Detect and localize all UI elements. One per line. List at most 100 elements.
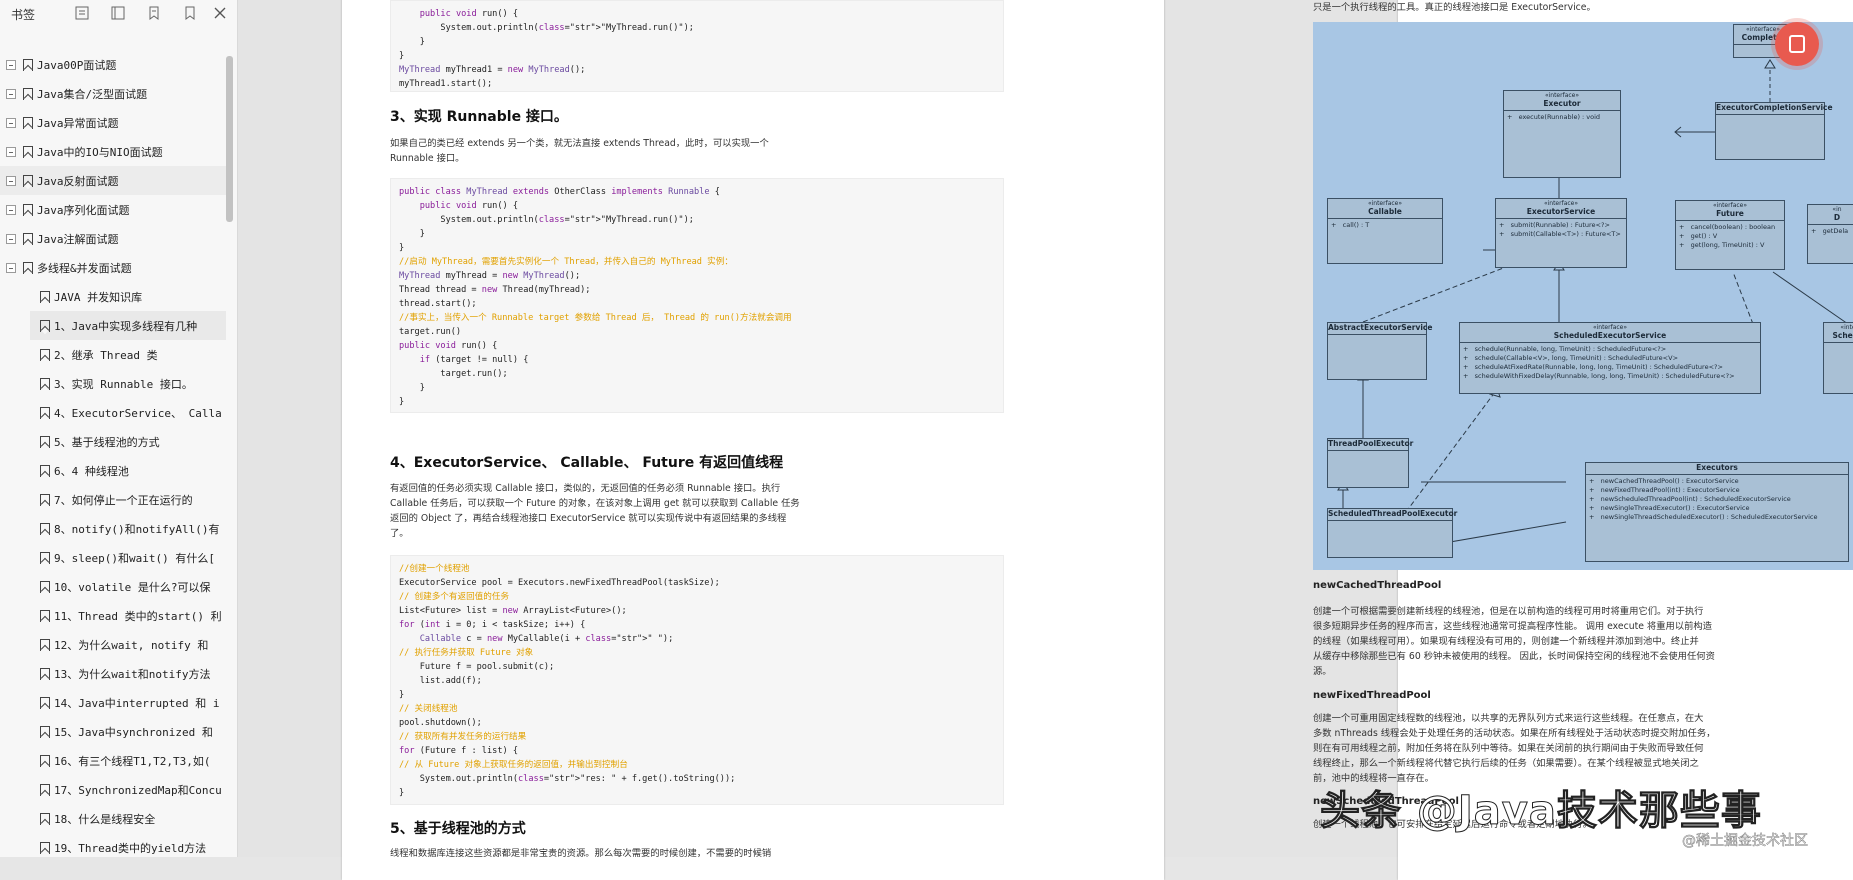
uml-members: + call() : T xyxy=(1331,221,1370,229)
uml-class-box: Executors + newCachedThreadPool() : Execu… xyxy=(1585,462,1849,562)
bookmark-label: Java集合/泛型面试题 xyxy=(37,87,148,101)
bookmark-item[interactable]: Java异常面试题 xyxy=(0,108,226,137)
heading-runnable: 3、实现 Runnable 接口。 xyxy=(390,109,568,125)
paragraph-threadpool: 线程和数据库连接这些资源都是非常宝贵的资源。那么每次需要的时候创建，不需要的时候… xyxy=(390,848,772,859)
bookmark-item[interactable]: 16、有三个线程T1,T2,T3,如( xyxy=(0,746,226,775)
bookmark-icon xyxy=(40,638,50,651)
add-bookmark-icon[interactable] xyxy=(146,5,162,21)
expander-icon[interactable] xyxy=(6,117,16,128)
bookmark-label: 12、为什么wait, notify 和 xyxy=(54,638,209,652)
bookmark-item[interactable]: 18、什么是线程安全 xyxy=(0,804,226,833)
bookmark-label: Java反射面试题 xyxy=(37,174,119,188)
uml-class-name: AbstractExecutorService xyxy=(1328,323,1432,335)
bookmark-item[interactable]: Java序列化面试题 xyxy=(0,195,226,224)
bookmark-item[interactable]: 5、基于线程池的方式 xyxy=(0,427,226,456)
code-line: //事实上，当传入一个 Runnable target 参数给 Thread 后… xyxy=(399,313,792,323)
bookmark-item[interactable]: 12、为什么wait, notify 和 xyxy=(0,630,226,659)
bookmark-item[interactable]: 多线程&并发面试题 xyxy=(0,253,226,282)
code-line: System.out.println(class="str">"MyThread… xyxy=(399,23,694,33)
code-line: MyThread myThread = new MyThread(); xyxy=(399,271,581,281)
uml-members: + schedule(Runnable, long, TimeUnit) : S… xyxy=(1463,345,1735,380)
expander-icon[interactable] xyxy=(6,146,16,157)
sidebar-scrollbar[interactable] xyxy=(226,56,233,222)
text-line: 创建一个可根据需要创建新线程的线程池，但是在以前构造的线程可用时将重用它们。对于… xyxy=(1313,606,1704,617)
bookmark-item[interactable]: 2、继承 Thread 类 xyxy=(0,340,226,369)
text-line: Callable 任务后，可以获取一个 Future 的对象，在该对象上调用 g… xyxy=(390,498,800,509)
bookmark-item[interactable]: 4、ExecutorService、 Calla xyxy=(0,398,226,427)
bookmark-label: 3、实现 Runnable 接口。 xyxy=(54,377,193,391)
bookmark-label: JAVA 并发知识库 xyxy=(54,290,143,304)
text-line: 源。 xyxy=(1313,666,1332,677)
expander-icon[interactable] xyxy=(6,88,16,99)
bookmark-icon[interactable] xyxy=(182,5,198,21)
expand-all-icon[interactable] xyxy=(74,5,90,21)
uml-members: + cancel(boolean) : boolean + get() : V … xyxy=(1679,223,1776,249)
bookmark-label: 2、继承 Thread 类 xyxy=(54,348,158,362)
bookmark-label: Java序列化面试题 xyxy=(37,203,130,217)
uml-stereotype: «interface» xyxy=(1592,324,1628,331)
bookmark-icon xyxy=(40,754,50,767)
bookmark-label: 16、有三个线程T1,T2,T3,如( xyxy=(54,754,211,768)
bookmark-item[interactable]: 7、如何停止一个正在运行的 xyxy=(0,485,226,514)
code-line: } xyxy=(399,788,405,798)
uml-stereotype: «interface» xyxy=(1712,202,1748,209)
uml-class-box: AbstractExecutorService xyxy=(1327,322,1432,380)
bookmark-list: Java00P面试题 Java集合/泛型面试题 Java异常面试题 Java中的IO与… xyxy=(0,50,226,862)
bookmark-item[interactable]: 15、Java中synchronized 和 xyxy=(0,717,226,746)
code-line: // 获取所有并发任务的运行结果 xyxy=(399,732,527,742)
code-line: public void run() { xyxy=(419,201,519,211)
floating-app-icon[interactable] xyxy=(1775,22,1819,66)
uml-class-name: ThreadPoolExecutor xyxy=(1328,439,1413,451)
bookmark-item[interactable]: 14、Java中interrupted 和 i xyxy=(0,688,226,717)
bookmark-icon xyxy=(40,406,50,419)
bookmark-item[interactable]: 3、实现 Runnable 接口。 xyxy=(0,369,226,398)
bookmark-item[interactable]: 6、4 种线程池 xyxy=(0,456,226,485)
bookmark-item[interactable]: 19、Thread类中的yield方法 xyxy=(0,833,226,862)
expander-icon[interactable] xyxy=(6,204,16,215)
uml-class-box: ExecutorCompletionService xyxy=(1715,102,1833,160)
bookmark-label: Java注解面试题 xyxy=(37,232,119,246)
bookmark-icon xyxy=(40,377,50,390)
expander-icon[interactable] xyxy=(6,59,16,70)
bookmark-item[interactable]: 9、sleep()和wait() 有什么[ xyxy=(0,543,226,572)
bookmark-item[interactable]: 17、SynchronizedMap和Concu xyxy=(0,775,226,804)
bookmark-item[interactable]: 10、volatile 是什么?可以保 xyxy=(0,572,226,601)
text-line: Runnable 接口。 xyxy=(390,153,465,164)
bookmark-item[interactable]: Java注解面试题 xyxy=(0,224,226,253)
code-line: } xyxy=(399,397,405,407)
code-line: myThread1.start(); xyxy=(399,79,493,89)
bookmark-label: 8、notify()和notifyAll()有 xyxy=(54,522,220,536)
bookmark-label: 9、sleep()和wait() 有什么[ xyxy=(54,551,215,565)
bookmark-item[interactable]: 13、为什么wait和notify方法 xyxy=(0,659,226,688)
bookmark-item[interactable]: Java集合/泛型面试题 xyxy=(0,79,226,108)
expander-icon[interactable] xyxy=(6,175,16,186)
text-line: 从缓存中移除那些已有 60 秒钟未被使用的线程。 因此，长时间保持空闲的线程池不… xyxy=(1313,651,1715,662)
bookmark-label: Java异常面试题 xyxy=(37,116,119,130)
close-icon[interactable] xyxy=(212,5,228,21)
uml-members: + execute(Runnable) : void xyxy=(1507,113,1601,121)
code-line: // 执行任务并获取 Future 对象 xyxy=(399,648,534,658)
bookmark-item[interactable]: 1、Java中实现多线程有几种 xyxy=(30,311,226,340)
collapse-all-icon[interactable] xyxy=(110,5,126,21)
code-line: for (int i = 0; i < taskSize; i++) { xyxy=(399,620,586,630)
expander-icon[interactable] xyxy=(6,262,16,273)
bookmark-item[interactable]: Java00P面试题 xyxy=(0,50,226,79)
code-line: pool.shutdown(); xyxy=(399,718,482,728)
bookmark-icon xyxy=(40,290,50,303)
bookmark-item[interactable]: 8、notify()和notifyAll()有 xyxy=(0,514,226,543)
bookmark-item[interactable]: Java中的IO与NIO面试题 xyxy=(0,137,226,166)
code-line: } xyxy=(399,243,405,253)
uml-stereotype: «interface» xyxy=(1543,200,1579,207)
bookmark-item[interactable]: JAVA 并发知识库 xyxy=(0,282,226,311)
bookmark-item[interactable]: 11、Thread 类中的start() 利 xyxy=(0,601,226,630)
bookmark-label: 1、Java中实现多线程有几种 xyxy=(54,319,198,333)
uml-class-name: ExecutorCompletionService xyxy=(1716,103,1833,115)
bookmark-item[interactable]: Java反射面试题 xyxy=(0,166,226,195)
heading-newcachedthreadpool: newCachedThreadPool xyxy=(1313,580,1442,591)
code-line: // 从 Future 对象上获取任务的返回值，并输出到控制台 xyxy=(399,760,628,770)
text-line: 线程终止，那么一个新线程将代替它执行后续的任务（如果需要）。在某个线程被显式地关… xyxy=(1313,758,1699,769)
bookmark-icon xyxy=(40,522,50,535)
expander-icon[interactable] xyxy=(6,233,16,244)
bookmark-label: 10、volatile 是什么?可以保 xyxy=(54,580,211,594)
bookmarks-title: 书签 xyxy=(11,7,36,22)
